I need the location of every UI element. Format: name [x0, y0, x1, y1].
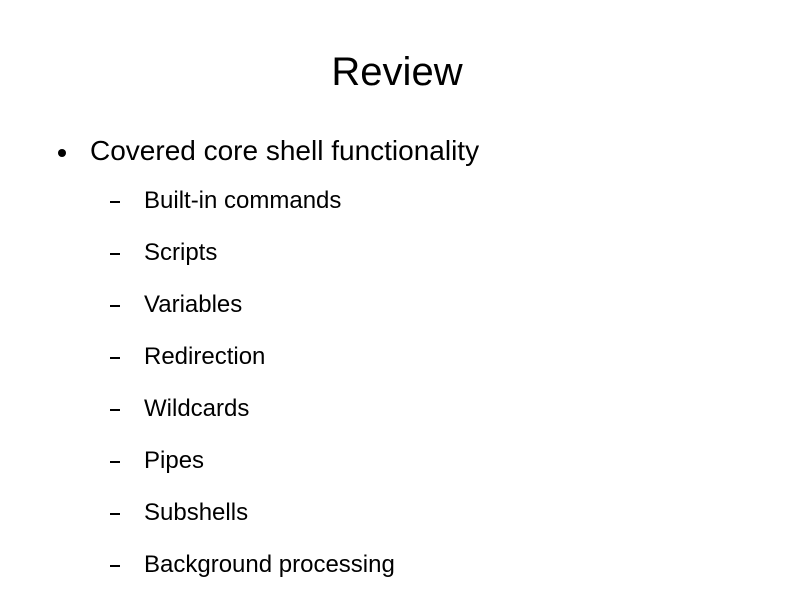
- sub-item-text: Wildcards: [144, 395, 249, 423]
- sub-item-text: Built-in commands: [144, 187, 341, 215]
- main-item-text: Covered core shell functionality: [90, 135, 479, 167]
- sub-item-text: Subshells: [144, 499, 248, 527]
- dash-icon: [110, 305, 120, 307]
- list-item: Subshells: [110, 499, 744, 527]
- main-list: Covered core shell functionality: [50, 135, 744, 167]
- list-item: Wildcards: [110, 395, 744, 423]
- dash-icon: [110, 513, 120, 515]
- dash-icon: [110, 461, 120, 463]
- list-item: Pipes: [110, 447, 744, 475]
- dash-icon: [110, 565, 120, 567]
- sub-item-text: Scripts: [144, 239, 217, 267]
- dash-icon: [110, 253, 120, 255]
- sub-item-text: Pipes: [144, 447, 204, 475]
- dash-icon: [110, 201, 120, 203]
- sub-item-text: Background processing: [144, 551, 395, 579]
- slide-container: Review Covered core shell functionality …: [0, 0, 794, 595]
- sub-list: Built-in commands Scripts Variables Redi…: [50, 187, 744, 579]
- bullet-icon: [58, 149, 66, 157]
- sub-item-text: Variables: [144, 291, 242, 319]
- list-item: Built-in commands: [110, 187, 744, 215]
- slide-title: Review: [50, 50, 744, 95]
- list-item: Variables: [110, 291, 744, 319]
- main-item: Covered core shell functionality: [50, 135, 744, 167]
- sub-item-text: Redirection: [144, 343, 265, 371]
- list-item: Background processing: [110, 551, 744, 579]
- dash-icon: [110, 409, 120, 411]
- dash-icon: [110, 357, 120, 359]
- list-item: Redirection: [110, 343, 744, 371]
- list-item: Scripts: [110, 239, 744, 267]
